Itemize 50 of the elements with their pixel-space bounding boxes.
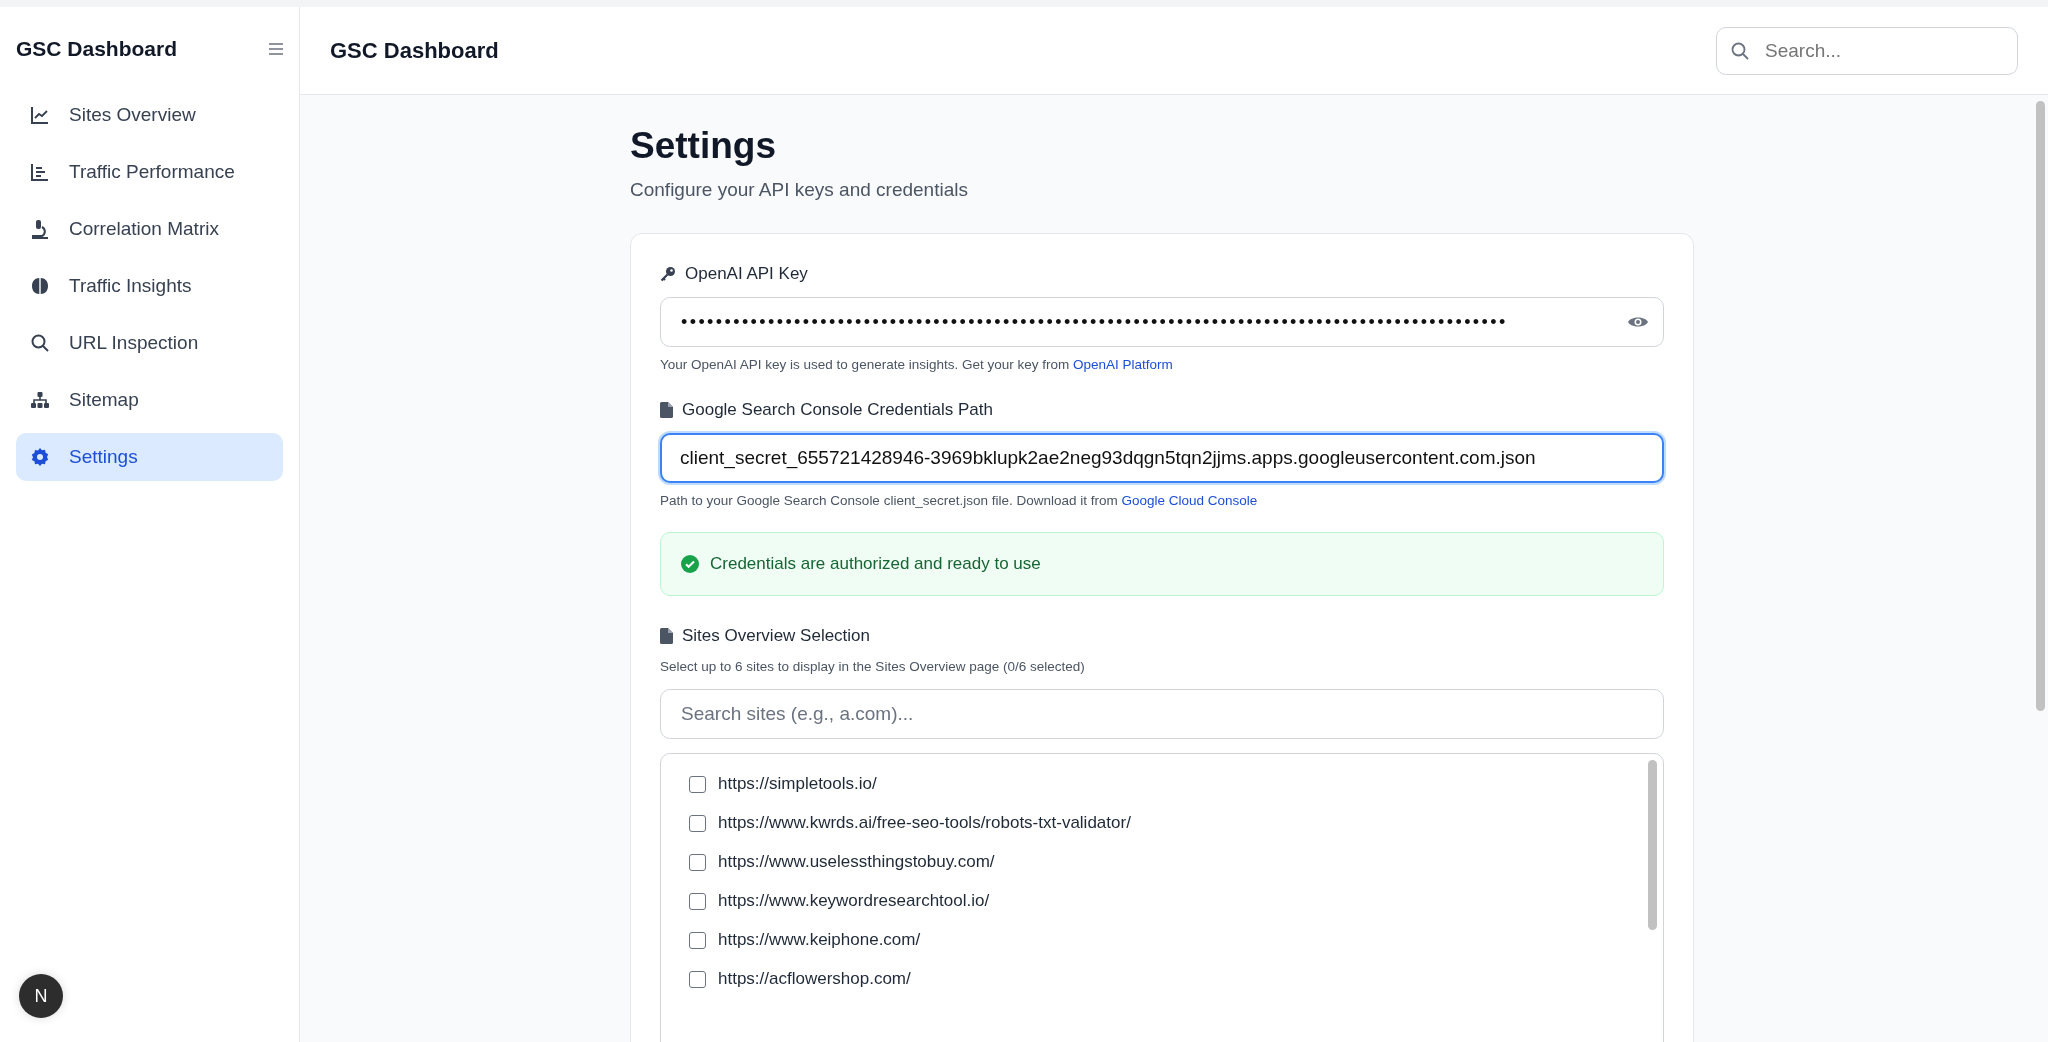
header-title: GSC Dashboard bbox=[330, 37, 499, 64]
field-label: Sites Overview Selection bbox=[682, 626, 871, 646]
settings-icon bbox=[30, 447, 50, 467]
sidebar-title: GSC Dashboard bbox=[16, 37, 178, 61]
sidebar-item[interactable]: URL Inspection bbox=[16, 319, 283, 367]
sidebar-item[interactable]: Traffic Insights bbox=[16, 262, 283, 310]
search-field[interactable]: Search... bbox=[1716, 26, 2018, 75]
sitemap-icon bbox=[30, 390, 50, 410]
dev-tools-badge[interactable]: N bbox=[19, 974, 63, 1018]
file-icon bbox=[660, 402, 673, 418]
file-icon bbox=[660, 628, 673, 644]
page-subtitle: Configure your API keys and credentials bbox=[630, 179, 969, 201]
field-label: Google Search Console Credentials Path bbox=[682, 400, 993, 420]
sidebar-item[interactable]: Sitemap bbox=[16, 376, 283, 424]
check-circle-icon bbox=[681, 555, 699, 573]
site-url: https://www.kwrds.ai/free-seo-tools/robots-txt-validator/ bbox=[718, 813, 1131, 833]
key-icon bbox=[660, 266, 676, 282]
search-icon bbox=[1730, 40, 1750, 61]
sidebar-item[interactable]: Traffic Performance bbox=[16, 148, 283, 196]
field-label: OpenAI API Key bbox=[685, 264, 808, 284]
search-icon bbox=[30, 333, 50, 353]
microscope-icon bbox=[30, 219, 50, 239]
site-url: https://www.uselessthingstobuy.com/ bbox=[718, 852, 995, 872]
site-url: https://acflowershop.com/ bbox=[718, 969, 911, 989]
site-url: https://simpletools.io/ bbox=[718, 774, 877, 794]
sidebar-item[interactable]: Correlation Matrix bbox=[16, 205, 283, 253]
sidebar-item[interactable]: Settings bbox=[16, 433, 283, 481]
checkbox[interactable] bbox=[689, 775, 706, 793]
site-url: https://www.keywordresearchtool.io/ bbox=[718, 891, 990, 911]
checkbox[interactable] bbox=[689, 931, 706, 949]
openai-platform-link[interactable]: OpenAI Platform bbox=[1073, 357, 1173, 372]
page-title: Settings bbox=[630, 125, 777, 167]
api-key-field[interactable]: ••••••••••••••••••••••••••••••••••••••••••••••••••••••••••••••••••••••••••••••••••••••••••••••• bbox=[660, 297, 1664, 347]
menu-icon[interactable] bbox=[269, 43, 283, 55]
site-search-field[interactable]: Search sites (e.g., a.com)... bbox=[660, 689, 1664, 739]
help-text: Path to your Google Search Console client_secret.json file. Download it from Google Cloud Console bbox=[660, 493, 1259, 508]
status-message: Credentials are authorized and ready to use bbox=[710, 554, 1041, 574]
brain-icon bbox=[30, 276, 50, 296]
google-cloud-console-link[interactable]: Google Cloud Console bbox=[1121, 493, 1258, 508]
help-text: Select up to 6 sites to display in the Sites Overview page (0/6 selected) bbox=[660, 659, 1086, 674]
sidebar-item[interactable]: Sites Overview bbox=[16, 91, 283, 139]
checkbox[interactable] bbox=[689, 814, 706, 832]
help-text: Your OpenAI API key is used to generate insights. Get your key from OpenAI Platform bbox=[660, 357, 1174, 372]
line-chart-icon bbox=[30, 105, 50, 125]
bar-chart-icon bbox=[30, 162, 50, 182]
credentials-path-field[interactable]: client_secret_655721428946-3969bklupk2ae2neg93dqgn5tqn2jjms.apps.googleusercontent.com.json bbox=[660, 433, 1664, 483]
checkbox[interactable] bbox=[689, 892, 706, 910]
checkbox[interactable] bbox=[689, 853, 706, 871]
checkbox[interactable] bbox=[689, 970, 706, 988]
site-url: https://www.keiphone.com/ bbox=[718, 930, 921, 950]
